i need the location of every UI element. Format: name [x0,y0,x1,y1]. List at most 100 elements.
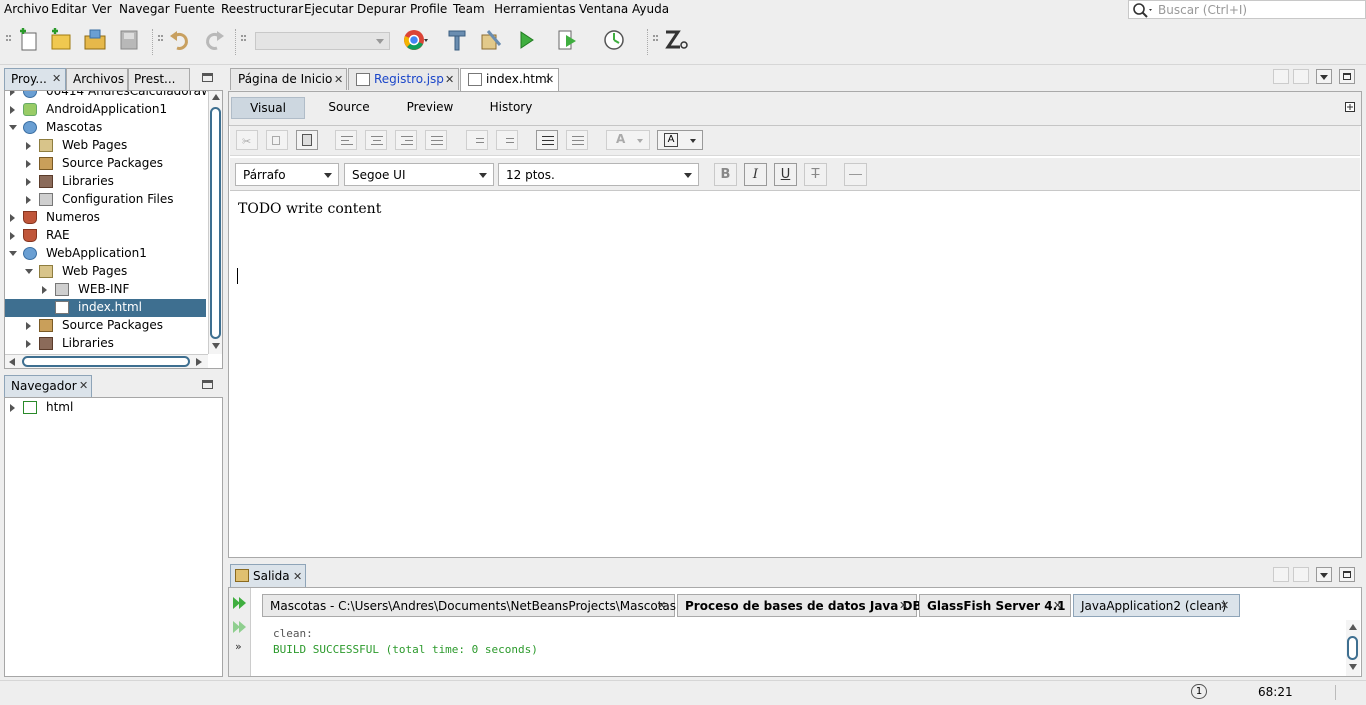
underline-button[interactable]: U [774,163,797,186]
new-project-icon[interactable] [48,27,74,53]
text-color-dropdown[interactable]: A [606,130,650,150]
zend-icon[interactable] [663,27,689,53]
scroll-tabs-left-button[interactable] [1273,567,1289,582]
close-icon[interactable]: ✕ [899,599,908,612]
scroll-down-icon[interactable] [1349,664,1357,670]
new-file-icon[interactable] [16,27,42,53]
menu-ejecutar[interactable]: Ejecutar [304,2,354,16]
close-icon[interactable]: ✕ [52,72,61,85]
scroll-thumb-horizontal[interactable] [22,356,190,367]
rerun-different-params-icon[interactable] [231,619,247,635]
align-center-icon[interactable] [365,130,387,150]
debug-icon[interactable] [556,27,582,53]
align-left-icon[interactable] [335,130,357,150]
scroll-tabs-right-button[interactable] [1293,567,1309,582]
tree-node-source-packages[interactable]: Source Packages [5,155,206,173]
tab-registro-jsp[interactable]: Registro.jsp ✕ [348,68,459,90]
tree-node-web-inf[interactable]: WEB-INF [5,281,206,299]
copy-icon[interactable] [266,130,288,150]
tree-node-android-application1[interactable]: AndroidApplication1 [5,101,206,119]
output-tab-java-db[interactable]: Proceso de bases de datos Java DB ✕ [677,594,922,617]
font-family-select[interactable]: Segoe UI [344,163,494,186]
tree-node-libraries[interactable]: Libraries [5,173,206,191]
show-opened-documents-button[interactable] [1316,69,1332,84]
profile-icon[interactable] [602,27,628,53]
scroll-tabs-right-button[interactable] [1293,69,1309,84]
scroll-tabs-left-button[interactable] [1273,69,1289,84]
menu-archivo[interactable]: Archivo [4,2,49,16]
strikethrough-button[interactable]: T [804,163,827,186]
minimize-icon[interactable] [202,73,213,82]
view-tab-preview[interactable]: Preview [395,97,465,119]
menu-profile[interactable]: Profile [410,2,447,16]
close-icon[interactable]: ✕ [545,73,554,86]
scroll-left-icon[interactable] [9,358,15,366]
tree-node-project[interactable]: 00414 AndresCalculadoraW [5,91,213,101]
maximize-window-button[interactable] [1339,69,1355,84]
horizontal-rule-icon[interactable] [844,163,867,186]
menu-depurar[interactable]: Depurar [357,2,406,16]
tab-pagina-de-inicio[interactable]: Página de Inicio ✕ [230,68,347,90]
configuration-combo[interactable] [255,32,390,50]
build-hammer-icon[interactable] [444,27,470,53]
close-icon[interactable]: ✕ [657,599,666,612]
scroll-right-icon[interactable] [196,358,202,366]
menu-navegar[interactable]: Navegar [119,2,170,16]
tab-navigator[interactable]: Navegador ✕ [4,375,92,397]
bold-button[interactable]: B [714,163,737,186]
tree-node-rae[interactable]: RAE [5,227,206,245]
view-tab-source[interactable]: Source [315,97,383,119]
menu-ventana[interactable]: Ventana [579,2,628,16]
toolbar-grip[interactable] [241,35,247,47]
clean-build-icon[interactable] [478,27,504,53]
close-icon[interactable]: ✕ [79,379,88,392]
menu-reestructurar[interactable]: Reestructurar [221,2,303,16]
font-size-select[interactable]: 12 ptos. [498,163,699,186]
show-output-list-button[interactable] [1316,567,1332,582]
horizontal-scrollbar[interactable] [5,354,208,368]
align-right-icon[interactable] [395,130,417,150]
cut-icon[interactable]: ✂ [236,130,258,150]
menu-ver[interactable]: Ver [92,2,112,16]
browser-chrome-icon[interactable] [402,27,428,53]
insert-text-dropdown[interactable]: A [657,130,703,150]
menu-ayuda[interactable]: Ayuda [632,2,669,16]
tab-files[interactable]: Archivos [66,68,128,90]
tree-node-webapplication1[interactable]: WebApplication1 [5,245,206,263]
save-all-icon[interactable] [116,27,142,53]
align-justify-icon[interactable] [425,130,447,150]
tree-node-configuration-files[interactable]: Configuration Files [5,191,206,209]
scroll-up-icon[interactable] [1349,624,1357,630]
tree-node-html[interactable]: html [5,399,222,417]
tab-projects[interactable]: Proy... ✕ [4,68,66,90]
toolbar-grip[interactable] [6,35,12,47]
menu-editar[interactable]: Editar [51,2,87,16]
menu-herramientas[interactable]: Herramientas [494,2,576,16]
menu-team[interactable]: Team [453,2,485,16]
minimize-window-button[interactable] [1339,567,1355,582]
paragraph-style-select[interactable]: Párrafo [235,163,339,186]
close-icon[interactable]: ✕ [445,73,454,86]
view-tab-history[interactable]: History [478,97,544,119]
indent-icon[interactable] [496,130,518,150]
toolbar-grip[interactable] [653,35,659,47]
more-actions-icon[interactable]: » [235,640,242,653]
menu-fuente[interactable]: Fuente [174,2,215,16]
tree-node-web-pages[interactable]: Web Pages [5,137,206,155]
rerun-icon[interactable] [231,595,247,611]
scroll-up-icon[interactable] [212,94,220,100]
tree-node-mascotas[interactable]: Mascotas [5,119,206,137]
toolbar-grip[interactable] [158,35,164,47]
view-tab-visual[interactable]: Visual [231,97,305,119]
bullet-list-icon[interactable] [536,130,558,150]
tree-node-numeros[interactable]: Numeros [5,209,206,227]
numbered-list-icon[interactable] [566,130,588,150]
redo-icon[interactable] [201,27,227,53]
run-icon[interactable] [514,27,540,53]
paste-icon[interactable] [296,130,318,150]
expand-icon[interactable] [1345,102,1355,112]
tree-node-web-pages-2[interactable]: Web Pages [5,263,206,281]
output-tab-mascotas[interactable]: Mascotas - C:\Users\Andres\Documents\Net… [262,594,676,617]
tab-services[interactable]: Prest... [128,68,190,90]
tab-salida[interactable]: Salida ✕ [230,564,306,587]
